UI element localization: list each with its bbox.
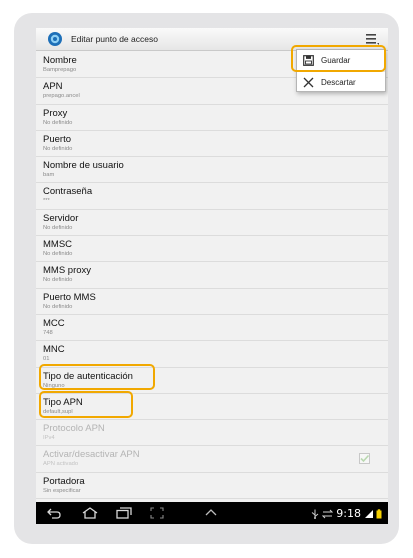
setting-row-contrasena[interactable]: Contraseña *** <box>36 183 388 210</box>
setting-value: *** <box>43 198 50 205</box>
setting-value: No definido <box>43 303 73 310</box>
status-clock: 9:18 <box>336 507 361 520</box>
check-icon <box>360 455 370 463</box>
setting-label: MNC <box>43 344 65 356</box>
setting-value: bam <box>43 172 55 179</box>
sync-icon <box>322 509 334 518</box>
setting-label: MCC <box>43 317 65 329</box>
setting-value: 01 <box>43 356 50 363</box>
setting-value: No definido <box>43 145 73 152</box>
setting-value: IPv4 <box>43 435 55 442</box>
setting-row-protocolo-apn: Protocolo APN IPv4 <box>36 420 388 447</box>
setting-row-proxy[interactable]: Proxy No definido <box>36 105 388 131</box>
screen: Editar punto de acceso Nombre Bamprepago… <box>36 28 388 524</box>
menu-item-descartar[interactable]: Descartar <box>297 71 385 92</box>
home-icon[interactable] <box>82 507 98 519</box>
setting-label: Puerto <box>43 133 71 145</box>
chevron-up-icon[interactable] <box>204 507 218 519</box>
setting-row-mcc[interactable]: MCC 748 <box>36 315 388 342</box>
setting-row-nombre-usuario[interactable]: Nombre de usuario bam <box>36 157 388 184</box>
setting-row-portadora[interactable]: Portadora Sin especificar <box>36 473 388 500</box>
setting-label: Proxy <box>43 107 68 119</box>
page-title: Editar punto de acceso <box>71 34 158 44</box>
setting-value: 748 <box>43 329 53 336</box>
setting-label: Puerto MMS <box>43 291 96 303</box>
recent-apps-icon[interactable] <box>116 507 132 519</box>
setting-value: No definido <box>43 224 73 231</box>
battery-icon <box>376 508 382 518</box>
signal-icon <box>365 509 373 518</box>
system-nav-bar: 9:18 <box>36 502 388 524</box>
menu-item-label: Descartar <box>321 77 356 87</box>
highlight-guardar <box>291 45 386 72</box>
setting-value: APN activado <box>43 461 79 468</box>
setting-label: Protocolo APN <box>43 423 105 435</box>
setting-value: No definido <box>43 277 73 284</box>
screenshot-icon[interactable] <box>150 507 164 519</box>
setting-row-puerto-mms[interactable]: Puerto MMS No definido <box>36 289 388 315</box>
setting-label: Nombre de usuario <box>43 160 124 172</box>
usb-icon <box>311 509 319 519</box>
close-icon <box>303 77 314 87</box>
highlight-tipo-autenticacion <box>39 364 155 390</box>
setting-row-servidor[interactable]: Servidor No definido <box>36 210 388 237</box>
setting-label: Activar/desactivar APN <box>43 449 140 461</box>
setting-row-mms-proxy[interactable]: MMS proxy No definido <box>36 262 388 289</box>
setting-value: Sin especificar <box>43 487 81 494</box>
setting-value: No definido <box>43 251 73 258</box>
setting-label: MMSC <box>43 239 73 251</box>
highlight-tipo-apn <box>39 391 133 418</box>
setting-label: Portadora <box>43 475 85 487</box>
overflow-menu-icon[interactable] <box>364 32 380 46</box>
setting-row-activar-apn: Activar/desactivar APN APN activado <box>36 446 388 473</box>
setting-value: prepago.ancel <box>43 93 80 100</box>
back-icon[interactable] <box>46 507 62 519</box>
setting-row-mmsc[interactable]: MMSC No definido <box>36 236 388 263</box>
status-bar: 9:18 <box>310 507 382 520</box>
setting-label: Servidor <box>43 212 79 224</box>
setting-label: MMS proxy <box>43 265 92 277</box>
settings-app-icon[interactable] <box>47 31 63 47</box>
apn-enabled-checkbox <box>359 453 370 465</box>
setting-row-puerto[interactable]: Puerto No definido <box>36 131 388 158</box>
setting-label: Contraseña <box>43 186 93 198</box>
setting-value: No definido <box>43 119 73 126</box>
apn-settings-list: Nombre Bamprepago APN prepago.ancel Prox… <box>36 52 388 500</box>
